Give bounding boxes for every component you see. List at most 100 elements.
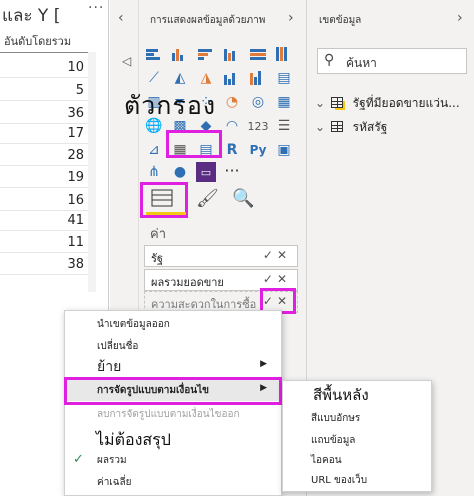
header-divider (0, 52, 88, 53)
cell-value: 41 (67, 213, 84, 228)
stacked-area-chart-icon[interactable]: ◮ (196, 68, 216, 88)
multi-row-card-icon[interactable]: ☰ (274, 116, 294, 136)
expand-pane-icon[interactable]: › (288, 10, 294, 26)
column-header[interactable]: อันดับโดยรวม (4, 32, 71, 50)
submenu-item-label: ไอคอน (311, 455, 342, 466)
menu-item-average[interactable]: ค่าเฉลี่ย (65, 471, 281, 493)
cell-value: 16 (67, 193, 84, 208)
search-icon: ⚲ (324, 52, 335, 68)
more-visuals-icon[interactable]: ··· (222, 160, 242, 180)
table-row: 38 (0, 255, 88, 275)
table-row: 11 (0, 233, 88, 253)
cell-value: 28 (67, 148, 84, 163)
highlight-conditional-formatting (64, 377, 282, 405)
menu-item-remove-conditional-formatting: ลบการจัดรูปแบบตามเงื่อนไขออก (65, 403, 281, 425)
menu-item-dont-summarize[interactable]: ไม่ต้องสรุป (96, 428, 171, 453)
menu-item-label: ผลรวม (97, 455, 127, 466)
submenu-item-icons[interactable]: ไอคอน (283, 449, 431, 471)
area-chart-icon[interactable]: ◭ (170, 68, 190, 88)
line-stacked-column-chart-icon[interactable] (248, 68, 268, 88)
submenu-arrow-icon: ▶ (260, 359, 267, 369)
search-input[interactable]: ⚲ ค้นหา (317, 48, 467, 74)
collapse-pane-icon[interactable]: ‹ (118, 10, 124, 26)
table-row: 28 (0, 146, 88, 166)
table-scrollbar[interactable] (88, 52, 96, 292)
cell-value: 11 (67, 235, 84, 250)
decomposition-tree-icon[interactable]: ⋔ (144, 162, 164, 182)
line-chart-icon[interactable]: ⟋ (144, 68, 164, 88)
submenu-item-background-color[interactable]: สีพื้นหลัง (313, 383, 369, 407)
more-options-icon[interactable]: ··· (88, 0, 104, 16)
ribbon-chart-icon[interactable]: ▤ (274, 68, 294, 88)
submenu-item-web-url[interactable]: URL ของเว็บ (283, 469, 431, 491)
table-row: 16 (0, 191, 88, 211)
stacked-bar-chart-icon[interactable] (144, 44, 164, 64)
field-label: รหัสรัฐ (352, 120, 388, 134)
submenu-item-label: แถบข้อมูล (311, 435, 356, 446)
table-row: 19 (0, 168, 88, 188)
pie-chart-icon[interactable]: ◔ (222, 92, 242, 112)
clustered-column-chart-icon[interactable] (222, 44, 242, 64)
python-visual-icon[interactable]: Py (248, 140, 268, 160)
key-influencers-icon[interactable]: ▣ (274, 140, 294, 160)
submenu-item-font-color[interactable]: สีแบบอักษร (283, 407, 431, 429)
search-placeholder: ค้นหา (346, 56, 377, 70)
cell-value: 17 (67, 126, 84, 141)
table-row: 36 (0, 104, 88, 124)
visualizations-title: การแสดงผลข้อมูลด้วยภาพ (150, 15, 266, 26)
active-tab-indicator (146, 212, 186, 215)
submenu-item-label: สีแบบอักษร (311, 413, 361, 424)
stacked-column-chart-icon[interactable] (170, 44, 190, 64)
filters-tab-icon[interactable]: ◁ (122, 54, 131, 68)
fields-title: เขตข้อมูล (319, 15, 362, 26)
cell-value: 10 (67, 60, 84, 75)
values-label: ค่า (150, 227, 166, 242)
clustered-bar-chart-icon[interactable] (196, 44, 216, 64)
cell-value: 38 (67, 257, 84, 272)
smart-narrative-icon[interactable]: ▭ (196, 162, 216, 182)
cell-value: 5 (75, 83, 84, 98)
menu-item-label: ลบการจัดรูปแบบตามเงื่อนไขออก (97, 409, 240, 420)
100-bar-chart-icon[interactable] (248, 44, 268, 64)
submenu-item-data-bars[interactable]: แถบข้อมูล (283, 429, 431, 451)
paint-roller-icon[interactable]: 🖌 (196, 188, 219, 209)
menu-item-remove-field[interactable]: นำเขตข้อมูลออก (65, 313, 281, 335)
well-controls[interactable]: ✓✕ (263, 248, 291, 262)
well-controls[interactable]: ✓✕ (263, 272, 291, 286)
filters-overlay-label: ตัวกรอง (124, 91, 217, 120)
gauge-icon[interactable]: ◠ (222, 116, 242, 136)
highlight-table-matrix (166, 130, 222, 158)
table-row: 17 (0, 124, 88, 144)
100-column-chart-icon[interactable] (274, 44, 294, 64)
chevron-down-icon[interactable]: ⌄ (315, 120, 327, 134)
menu-item-move[interactable]: ย้าย ▶ (65, 355, 281, 377)
donut-chart-icon[interactable]: ◎ (248, 92, 268, 112)
check-icon: ✓ (73, 452, 84, 467)
analytics-icon[interactable]: 🔍 (232, 188, 254, 209)
treemap-icon[interactable]: ▦ (274, 92, 294, 112)
table-row: 41 (0, 211, 88, 231)
cell-value: 19 (67, 170, 84, 185)
field-table-state-code[interactable]: ⌄ รหัสรัฐ (315, 118, 387, 138)
menu-item-rename[interactable]: เปลี่ยนชื่อ (65, 335, 281, 357)
menu-item-label: ย้าย (97, 359, 122, 375)
field-well-state[interactable]: รัฐ ✓✕ (144, 245, 298, 267)
field-table-state-sales[interactable]: ⌄ รัฐที่มียอดขายแว่น... (315, 94, 460, 114)
r-visual-icon[interactable]: R (222, 140, 242, 160)
qa-icon[interactable]: ● (170, 162, 190, 182)
well-label: รัฐ (151, 252, 163, 265)
menu-item-label: นำเขตข้อมูลออก (97, 319, 170, 330)
expand-fields-icon[interactable]: › (457, 10, 463, 26)
cell-value: 36 (67, 106, 84, 121)
table-icon (330, 97, 343, 108)
card-icon[interactable]: 123 (248, 116, 269, 136)
line-column-chart-icon[interactable] (222, 68, 242, 88)
table-row: 10 (0, 58, 88, 78)
table-title: และ Y [ (2, 6, 61, 26)
well-label: ผลรวมยอดขาย (151, 276, 224, 289)
kpi-icon[interactable]: ⊿ (144, 140, 164, 160)
menu-item-label: เปลี่ยนชื่อ (97, 341, 139, 352)
chevron-down-icon[interactable]: ⌄ (315, 96, 327, 110)
conditional-formatting-submenu: สีพื้นหลัง สีแบบอักษร แถบข้อมูล ไอคอน UR… (282, 380, 432, 492)
table-icon (330, 121, 343, 132)
